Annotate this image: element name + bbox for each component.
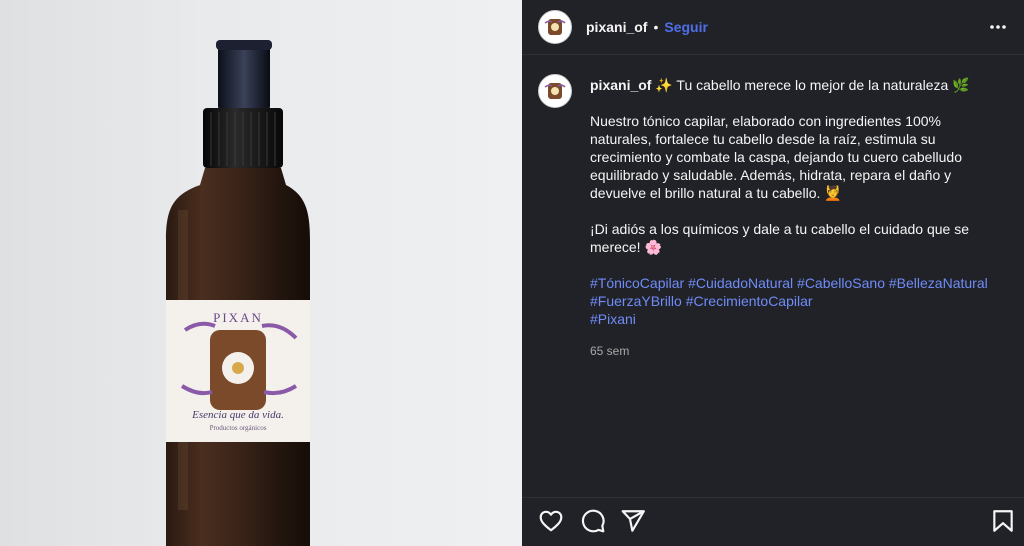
label-subtitle: Productos orgánicos bbox=[210, 424, 267, 432]
product-bottle-illustration: PIXAN Esencia que da vida. Productos org… bbox=[166, 40, 310, 546]
caption-username[interactable]: pixani_of bbox=[590, 77, 651, 93]
caption-first-line: pixani_of ✨ Tu cabello merece lo mejor d… bbox=[590, 76, 1000, 94]
bookmark-icon[interactable] bbox=[990, 508, 1016, 534]
label-tagline: Esencia que da vida. bbox=[191, 409, 284, 421]
more-options-icon[interactable] bbox=[988, 17, 1008, 37]
hashtag-list: #TónicoCapilar #CuidadoNatural #CabelloS… bbox=[590, 274, 1000, 328]
caption-paragraph-1: Nuestro tónico capilar, elaborado con in… bbox=[590, 113, 962, 201]
action-bar bbox=[522, 498, 1024, 546]
hashtag-link[interactable]: #TónicoCapilar bbox=[590, 275, 684, 291]
hashtag-link[interactable]: #BellezaNatural bbox=[889, 275, 988, 291]
comment-icon[interactable] bbox=[580, 508, 606, 534]
header-divider bbox=[522, 54, 1024, 55]
hashtag-link[interactable]: #FuerzaYBrillo bbox=[590, 293, 682, 309]
hashtag-link[interactable]: #CrecimientoCapilar bbox=[686, 293, 813, 309]
post-timestamp[interactable]: 65 sem bbox=[590, 342, 1000, 360]
post-caption: pixani_of ✨ Tu cabello merece lo mejor d… bbox=[590, 76, 1000, 360]
hashtag-link[interactable]: #CuidadoNatural bbox=[688, 275, 793, 291]
post-header: pixani_of • Seguir bbox=[522, 0, 1024, 54]
header-username[interactable]: pixani_of bbox=[586, 19, 647, 35]
caption-avatar[interactable] bbox=[538, 74, 572, 108]
avatar[interactable] bbox=[538, 10, 572, 44]
hashtag-link[interactable]: #CabelloSano bbox=[797, 275, 885, 291]
separator-dot: • bbox=[653, 19, 659, 35]
heart-icon[interactable] bbox=[538, 508, 564, 534]
pixan-logo-icon bbox=[544, 83, 566, 99]
pixan-logo-icon bbox=[544, 19, 566, 35]
share-icon[interactable] bbox=[620, 508, 646, 534]
post-side-panel: pixani_of • Seguir pixani_of ✨ Tu cabell… bbox=[522, 0, 1024, 546]
instagram-post-view: PIXAN Esencia que da vida. Productos org… bbox=[0, 0, 1024, 546]
post-image[interactable]: PIXAN Esencia que da vida. Productos org… bbox=[0, 0, 522, 546]
label-brand: PIXAN bbox=[213, 310, 263, 325]
caption-title: ✨ Tu cabello merece lo mejor de la natur… bbox=[655, 77, 970, 93]
hashtag-link[interactable]: #Pixani bbox=[590, 311, 636, 327]
caption-paragraph-2: ¡Di adiós a los químicos y dale a tu cab… bbox=[590, 221, 969, 255]
follow-button[interactable]: Seguir bbox=[664, 19, 708, 35]
